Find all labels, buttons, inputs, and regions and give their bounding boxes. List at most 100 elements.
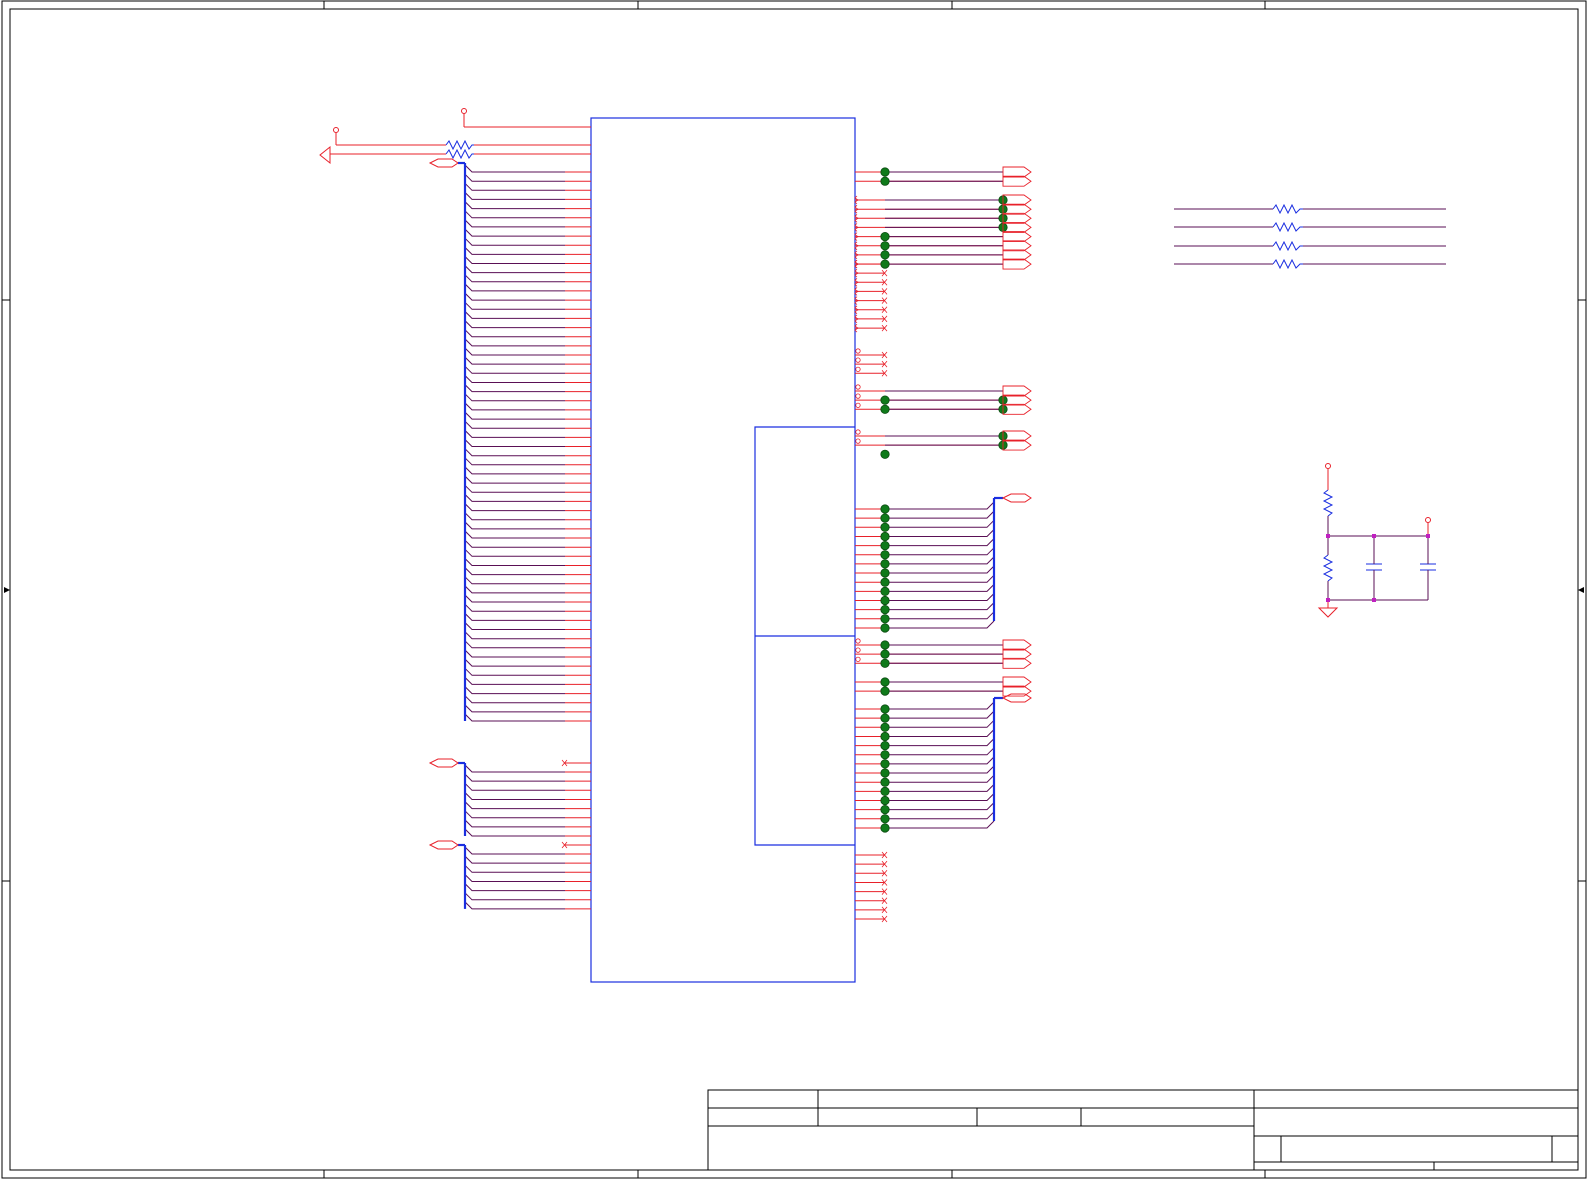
bus-out-1-wire <box>885 611 995 620</box>
port-group-5-junction <box>880 404 890 414</box>
bus-a-wire <box>464 228 565 237</box>
port-group-7-port <box>1002 648 1032 660</box>
bus-out-2-wire <box>885 738 995 747</box>
port-group-2-port <box>1002 231 1032 243</box>
schematic-sheet <box>1 0 1587 1179</box>
bus-out-1-junction <box>880 540 890 551</box>
bus-out-1-port <box>1001 493 1032 503</box>
bus-b-wire <box>464 764 565 773</box>
bus-a-wire <box>464 338 565 347</box>
bus-a-wire <box>464 457 565 466</box>
port-group-2-junction <box>880 232 890 242</box>
port-group-7-inverter-bubble <box>855 656 861 662</box>
bus-out-2-junction <box>880 713 890 723</box>
port-group-1-port <box>1002 166 1032 178</box>
port-group-4-inverter-bubble <box>855 348 861 354</box>
bus-a-wire <box>464 311 565 319</box>
port-group-7-junction <box>880 640 890 650</box>
bus-a-wire <box>464 484 565 493</box>
bus-b-wire <box>464 801 565 810</box>
port-group-1-junction <box>880 167 890 177</box>
bus-out-1-wire <box>885 529 995 537</box>
bus-out-2-junction <box>880 768 890 778</box>
bus-b-wire <box>464 828 565 837</box>
bus-out-1-junction <box>880 586 890 597</box>
bus-a-wire <box>464 713 565 722</box>
bus-a-wire <box>464 301 565 310</box>
bus-out-2-wire <box>885 811 995 820</box>
bus-a-wire <box>464 530 565 539</box>
port-group-5-inverter-bubble <box>855 384 861 390</box>
port-group-7-port <box>1002 657 1032 669</box>
bus-out-1-wire <box>885 574 995 583</box>
bus-a-wire <box>464 402 565 411</box>
bus-a-wire <box>464 265 565 274</box>
bus-out-1-junction <box>880 504 890 514</box>
bus-out-2-junction <box>880 795 890 806</box>
port-group-4-inverter-bubble <box>855 366 861 372</box>
bus-out-2-wire <box>885 784 995 792</box>
power-pin-top <box>319 108 591 168</box>
port-group-2-junction <box>880 259 890 269</box>
bus-c-wire <box>464 874 565 882</box>
bus-a-wire <box>464 466 565 475</box>
bus-a-wire <box>464 320 565 329</box>
bus-a-wire <box>464 365 565 374</box>
sheet-center-marks <box>4 587 1584 593</box>
port-group-6-inverter-bubble <box>855 429 861 435</box>
right-pin-wires <box>854 171 1003 923</box>
main-ic-body <box>590 117 856 983</box>
title-block <box>707 1089 1579 1171</box>
port-group-7-port <box>1002 639 1032 651</box>
bus-out-2-wire <box>885 710 995 719</box>
bus-out-1-junction <box>880 595 890 606</box>
bus-out-1-wire <box>885 602 995 611</box>
bus-out-1-wire <box>885 519 995 528</box>
bus-c-port <box>428 840 459 850</box>
bus-a-wire <box>464 640 565 649</box>
bus-a-wire <box>464 704 565 713</box>
bus-c-wire <box>464 892 565 901</box>
bus-a-wire <box>464 430 565 438</box>
bus-a-wire <box>464 494 565 502</box>
bus-a-wire <box>464 539 565 548</box>
bus-out-2-junction <box>880 740 890 751</box>
bus-a-wire <box>464 219 565 228</box>
bus-b-wire <box>464 792 565 800</box>
bus-a-wire <box>464 247 565 255</box>
bus-a-wire <box>464 658 565 667</box>
bus-out-2-junction <box>880 722 890 732</box>
bus-out-2-junction <box>880 804 890 815</box>
pullup-resistors <box>445 139 474 160</box>
bus-c-wire <box>464 883 565 892</box>
bus-a-wire <box>464 256 565 264</box>
bus-a-wire <box>464 439 565 447</box>
bus-out-2-wire <box>885 774 995 783</box>
bus-a-wire <box>464 411 565 420</box>
bus-out-1-junction <box>880 522 890 532</box>
bus-out-1-wire <box>885 538 995 547</box>
bus-out-2-port <box>1001 693 1032 703</box>
bus-c-wire <box>464 855 565 864</box>
series-resistor-array <box>1174 203 1446 270</box>
bus-out-1-wire <box>885 556 995 565</box>
bus-a-wire <box>464 667 565 676</box>
bus-a-wire <box>464 384 565 393</box>
bus-a-wire <box>464 649 565 658</box>
bus-out-1-wire <box>885 620 995 629</box>
bus-out-1-junction <box>880 550 890 560</box>
bus-a-wire <box>464 622 565 630</box>
bus-out-1-junction <box>880 614 890 624</box>
bus-a-wire <box>464 448 565 457</box>
port-group-7-inverter-bubble <box>855 638 861 644</box>
bus-out-2-wire <box>885 756 995 765</box>
port-group-7-junction <box>880 658 890 668</box>
port-group-5-inverter-bubble <box>855 402 861 408</box>
net-junctions <box>880 167 1008 833</box>
bus-out-1-junction <box>880 559 890 569</box>
bus-out-2-wire <box>885 820 995 829</box>
left-bus-bars <box>428 161 467 909</box>
bus-out-2-junction <box>880 731 890 742</box>
bus-a-wire <box>464 512 565 521</box>
bus-out-2-junction <box>880 786 890 797</box>
